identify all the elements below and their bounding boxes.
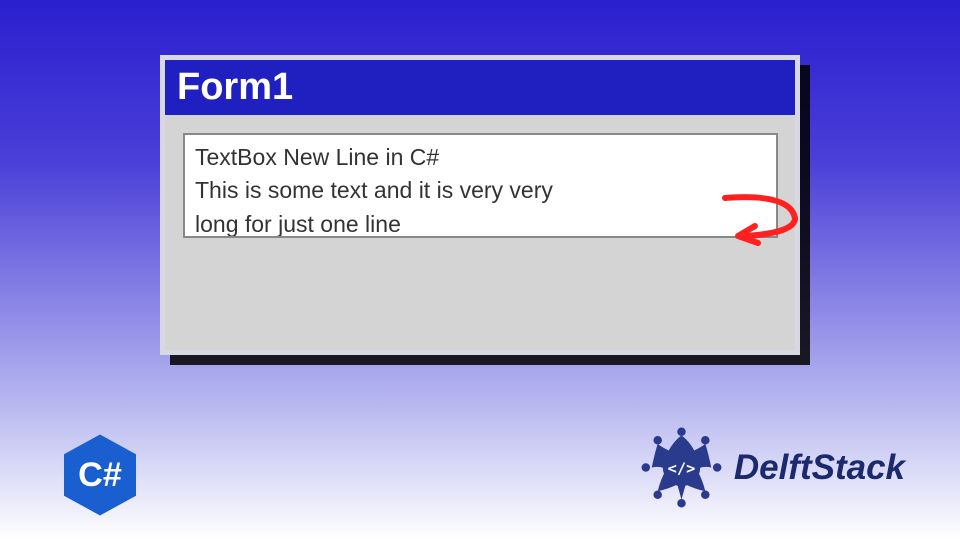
window-title: Form1 — [177, 66, 293, 109]
delftstack-icon: </> — [639, 425, 724, 510]
brand-name: DelftStack — [734, 448, 905, 488]
textbox-line: long for just one line — [195, 208, 766, 238]
form-body: TextBox New Line in C# This is some text… — [165, 115, 795, 350]
textbox-line: TextBox New Line in C# — [195, 141, 766, 174]
window-titlebar[interactable]: Form1 — [165, 60, 795, 115]
csharp-logo-badge: C# — [55, 430, 145, 520]
wrap-arrow-annotation — [720, 188, 810, 248]
delftstack-brand: </> DelftStack — [639, 425, 905, 510]
textbox-input[interactable]: TextBox New Line in C# This is some text… — [183, 133, 778, 238]
csharp-label: C# — [78, 456, 122, 494]
svg-text:</>: </> — [668, 459, 696, 477]
application-window: Form1 TextBox New Line in C# This is som… — [160, 55, 800, 355]
textbox-line: This is some text and it is very very — [195, 174, 766, 207]
